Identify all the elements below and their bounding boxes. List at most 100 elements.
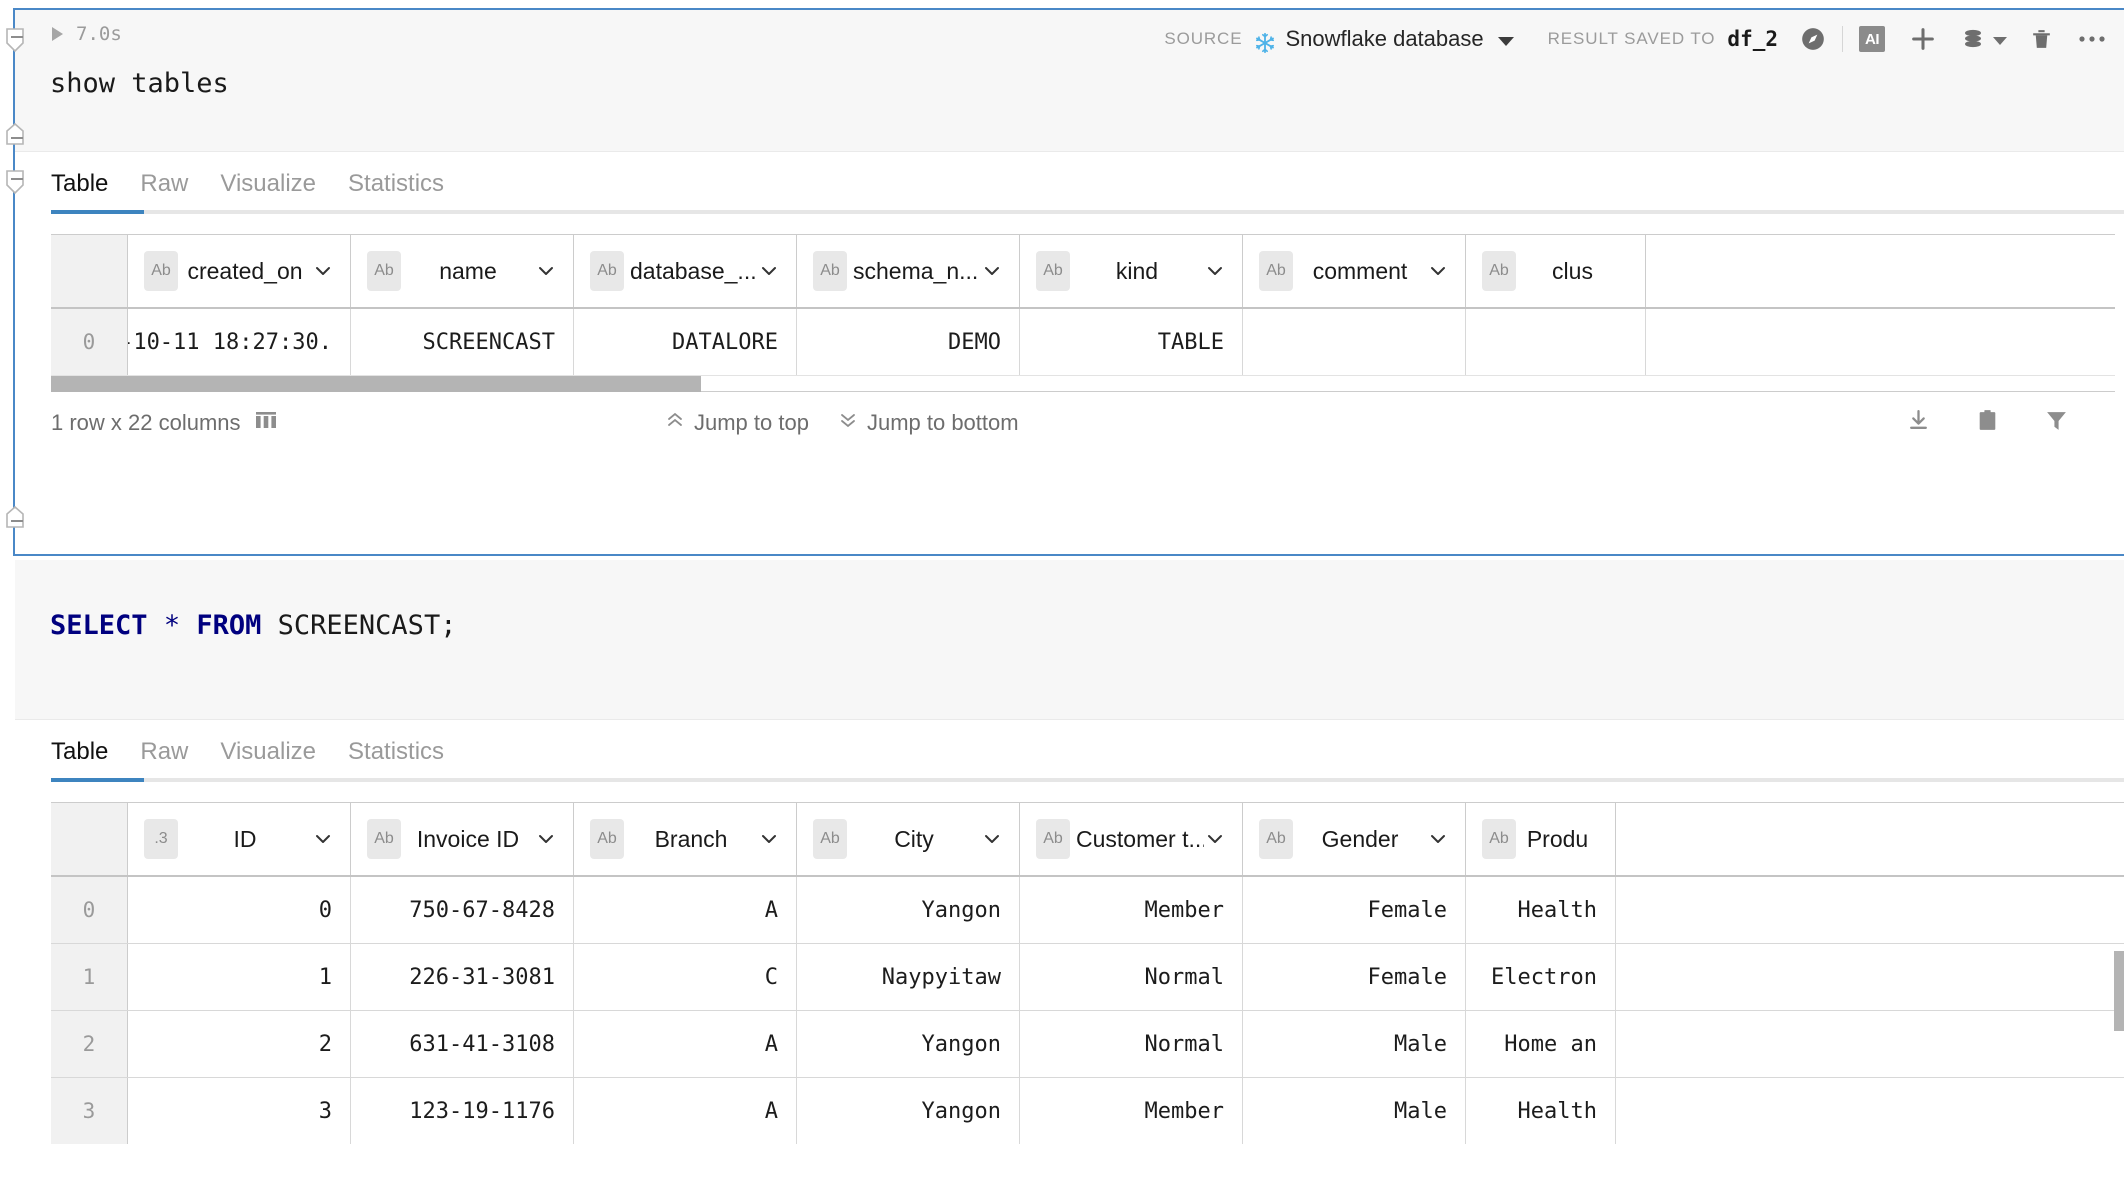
cell-2-result-table[interactable]: .3IDAbInvoice IDAbBranchAbCityAbCustomer… bbox=[51, 802, 2124, 1144]
cell-1-result-table[interactable]: Abcreated_onAbnameAbdatabase_...Abschema… bbox=[51, 234, 2115, 392]
table-cell[interactable]: 631-41-3108 bbox=[351, 1011, 574, 1077]
table-cell[interactable]: 226-31-3081 bbox=[351, 944, 574, 1010]
table-header-row[interactable]: .3IDAbInvoice IDAbBranchAbCityAbCustomer… bbox=[51, 803, 2124, 877]
database-chevron-down-icon[interactable] bbox=[1993, 37, 2007, 45]
tab-statistics[interactable]: Statistics bbox=[348, 740, 444, 778]
notebook-cell-2[interactable]: SELECT * FROM SCREENCAST; TableRawVisual… bbox=[0, 560, 2124, 1202]
notebook-cell-1[interactable]: 7.0s SOURCE bbox=[13, 8, 2124, 556]
scrollbar-thumb[interactable] bbox=[51, 376, 701, 392]
table-cell[interactable]: 0 bbox=[128, 877, 351, 943]
table-cell[interactable]: 1 bbox=[128, 944, 351, 1010]
tab-table[interactable]: Table bbox=[51, 172, 108, 210]
table-cell[interactable]: C bbox=[574, 944, 797, 1010]
table-cell[interactable]: Yangon bbox=[797, 1078, 1020, 1144]
table-cell[interactable]: A bbox=[574, 1011, 797, 1077]
table-cell[interactable] bbox=[1466, 309, 1646, 375]
column-menu-chevron-down-icon[interactable] bbox=[981, 261, 1003, 281]
download-icon[interactable] bbox=[1906, 408, 1931, 438]
table-cell[interactable]: 123-19-1176 bbox=[351, 1078, 574, 1144]
column-menu-chevron-down-icon[interactable] bbox=[758, 829, 780, 849]
jump-to-top-button[interactable]: Jump to top bbox=[666, 410, 809, 436]
table-cell[interactable]: Yangon bbox=[797, 1011, 1020, 1077]
compass-icon[interactable] bbox=[1800, 26, 1826, 52]
column-header-database[interactable]: Abdatabase_... bbox=[574, 235, 797, 307]
column-header-clus[interactable]: Abclus bbox=[1466, 235, 1646, 307]
table-cell[interactable]: Electron bbox=[1466, 944, 1616, 1010]
column-header-gender[interactable]: AbGender bbox=[1243, 803, 1466, 875]
table-cell[interactable]: DATALORE bbox=[574, 309, 797, 375]
ai-icon[interactable]: AI bbox=[1859, 26, 1885, 52]
source-value[interactable]: Snowflake database bbox=[1285, 26, 1483, 52]
cell-1-code-text[interactable]: show tables bbox=[50, 68, 229, 99]
cell-1-run-indicator[interactable]: 7.0s bbox=[50, 23, 122, 45]
column-menu-chevron-down-icon[interactable] bbox=[1204, 261, 1226, 281]
column-header-invoice-id[interactable]: AbInvoice ID bbox=[351, 803, 574, 875]
column-header-branch[interactable]: AbBranch bbox=[574, 803, 797, 875]
cell-1-status-bar[interactable]: 1 row x 22 columns bbox=[51, 392, 2101, 454]
column-header-created-on[interactable]: Abcreated_on bbox=[128, 235, 351, 307]
column-menu-chevron-down-icon[interactable] bbox=[981, 829, 1003, 849]
table-cell[interactable]: Health bbox=[1466, 877, 1616, 943]
fold-marker-collapse-2[interactable] bbox=[0, 168, 30, 194]
table-cell[interactable]: Normal bbox=[1020, 1011, 1243, 1077]
table-cell[interactable]: Yangon bbox=[797, 877, 1020, 943]
tab-statistics[interactable]: Statistics bbox=[348, 172, 444, 210]
filter-icon[interactable] bbox=[2044, 408, 2069, 438]
table-cell[interactable]: Female bbox=[1243, 877, 1466, 943]
cell-1-output-tabs[interactable]: Table Raw Visualize Statistics bbox=[15, 152, 2124, 214]
column-menu-chevron-down-icon[interactable] bbox=[1427, 829, 1449, 849]
fold-marker-expand-2[interactable] bbox=[0, 505, 30, 531]
column-header-id[interactable]: .3ID bbox=[128, 803, 351, 875]
cell-2-code-text[interactable]: SELECT * FROM SCREENCAST; bbox=[50, 610, 456, 641]
table-row[interactable]: 02021-10-11 18:27:30.SCREENCASTDATALORED… bbox=[51, 309, 2115, 375]
table-cell[interactable] bbox=[1243, 309, 1466, 375]
column-header-name[interactable]: Abname bbox=[351, 235, 574, 307]
column-header-customer-t[interactable]: AbCustomer t... bbox=[1020, 803, 1243, 875]
cell-2-output-tabs[interactable]: TableRawVisualizeStatistics bbox=[15, 720, 2124, 782]
column-menu-chevron-down-icon[interactable] bbox=[1427, 261, 1449, 281]
column-menu-chevron-down-icon[interactable] bbox=[1204, 829, 1226, 849]
table-cell[interactable]: A bbox=[574, 877, 797, 943]
column-menu-chevron-down-icon[interactable] bbox=[758, 261, 780, 281]
table-cell[interactable]: A bbox=[574, 1078, 797, 1144]
cell-1-horizontal-scrollbar[interactable] bbox=[51, 375, 2115, 391]
table-cell[interactable]: DEMO bbox=[797, 309, 1020, 375]
tab-visualize[interactable]: Visualize bbox=[220, 172, 316, 210]
column-menu-chevron-down-icon[interactable] bbox=[535, 261, 557, 281]
fold-marker-expand-1[interactable] bbox=[0, 122, 30, 148]
table-cell[interactable]: Male bbox=[1243, 1078, 1466, 1144]
table-cell[interactable]: Male bbox=[1243, 1011, 1466, 1077]
column-header-schema-n[interactable]: Abschema_n... bbox=[797, 235, 1020, 307]
table-row[interactable]: 22631-41-3108AYangonNormalMaleHome an bbox=[51, 1011, 2124, 1078]
jump-controls[interactable]: Jump to top Jump to bottom bbox=[666, 392, 1019, 454]
cell-1-toolbar[interactable]: SOURCE bbox=[1164, 22, 2106, 56]
tab-table[interactable]: Table bbox=[51, 740, 108, 778]
table-cell[interactable]: 3 bbox=[128, 1078, 351, 1144]
more-horizontal-icon[interactable] bbox=[2078, 34, 2106, 44]
clipboard-icon[interactable] bbox=[1975, 408, 2000, 438]
table-cell[interactable]: 2 bbox=[128, 1011, 351, 1077]
table-cell[interactable]: Member bbox=[1020, 877, 1243, 943]
table-cell[interactable]: Female bbox=[1243, 944, 1466, 1010]
column-header-kind[interactable]: Abkind bbox=[1020, 235, 1243, 307]
table-row[interactable]: 00750-67-8428AYangonMemberFemaleHealth bbox=[51, 877, 2124, 944]
column-menu-chevron-down-icon[interactable] bbox=[312, 829, 334, 849]
table-cell[interactable]: 2021-10-11 18:27:30. bbox=[128, 309, 351, 375]
table-cell[interactable]: Health bbox=[1466, 1078, 1616, 1144]
table-row[interactable]: 11226-31-3081CNaypyitawNormalFemaleElect… bbox=[51, 944, 2124, 1011]
column-menu-chevron-down-icon[interactable] bbox=[535, 829, 557, 849]
tab-raw[interactable]: Raw bbox=[140, 172, 188, 210]
table-cell[interactable]: 750-67-8428 bbox=[351, 877, 574, 943]
table-action-icons[interactable] bbox=[1906, 392, 2069, 454]
run-icon[interactable] bbox=[52, 27, 63, 41]
trash-icon[interactable] bbox=[2029, 27, 2054, 52]
plus-icon[interactable] bbox=[1909, 25, 1937, 53]
table-cell[interactable]: Naypyitaw bbox=[797, 944, 1020, 1010]
column-header-comment[interactable]: Abcomment bbox=[1243, 235, 1466, 307]
table-header-row[interactable]: Abcreated_onAbnameAbdatabase_...Abschema… bbox=[51, 235, 2115, 309]
cell-2-code-area[interactable]: SELECT * FROM SCREENCAST; bbox=[15, 560, 2124, 720]
fold-marker-collapse-1[interactable] bbox=[0, 26, 30, 52]
tab-visualize[interactable]: Visualize bbox=[220, 740, 316, 778]
column-menu-chevron-down-icon[interactable] bbox=[312, 261, 334, 281]
cell-1-code-area[interactable]: 7.0s SOURCE bbox=[15, 10, 2124, 152]
